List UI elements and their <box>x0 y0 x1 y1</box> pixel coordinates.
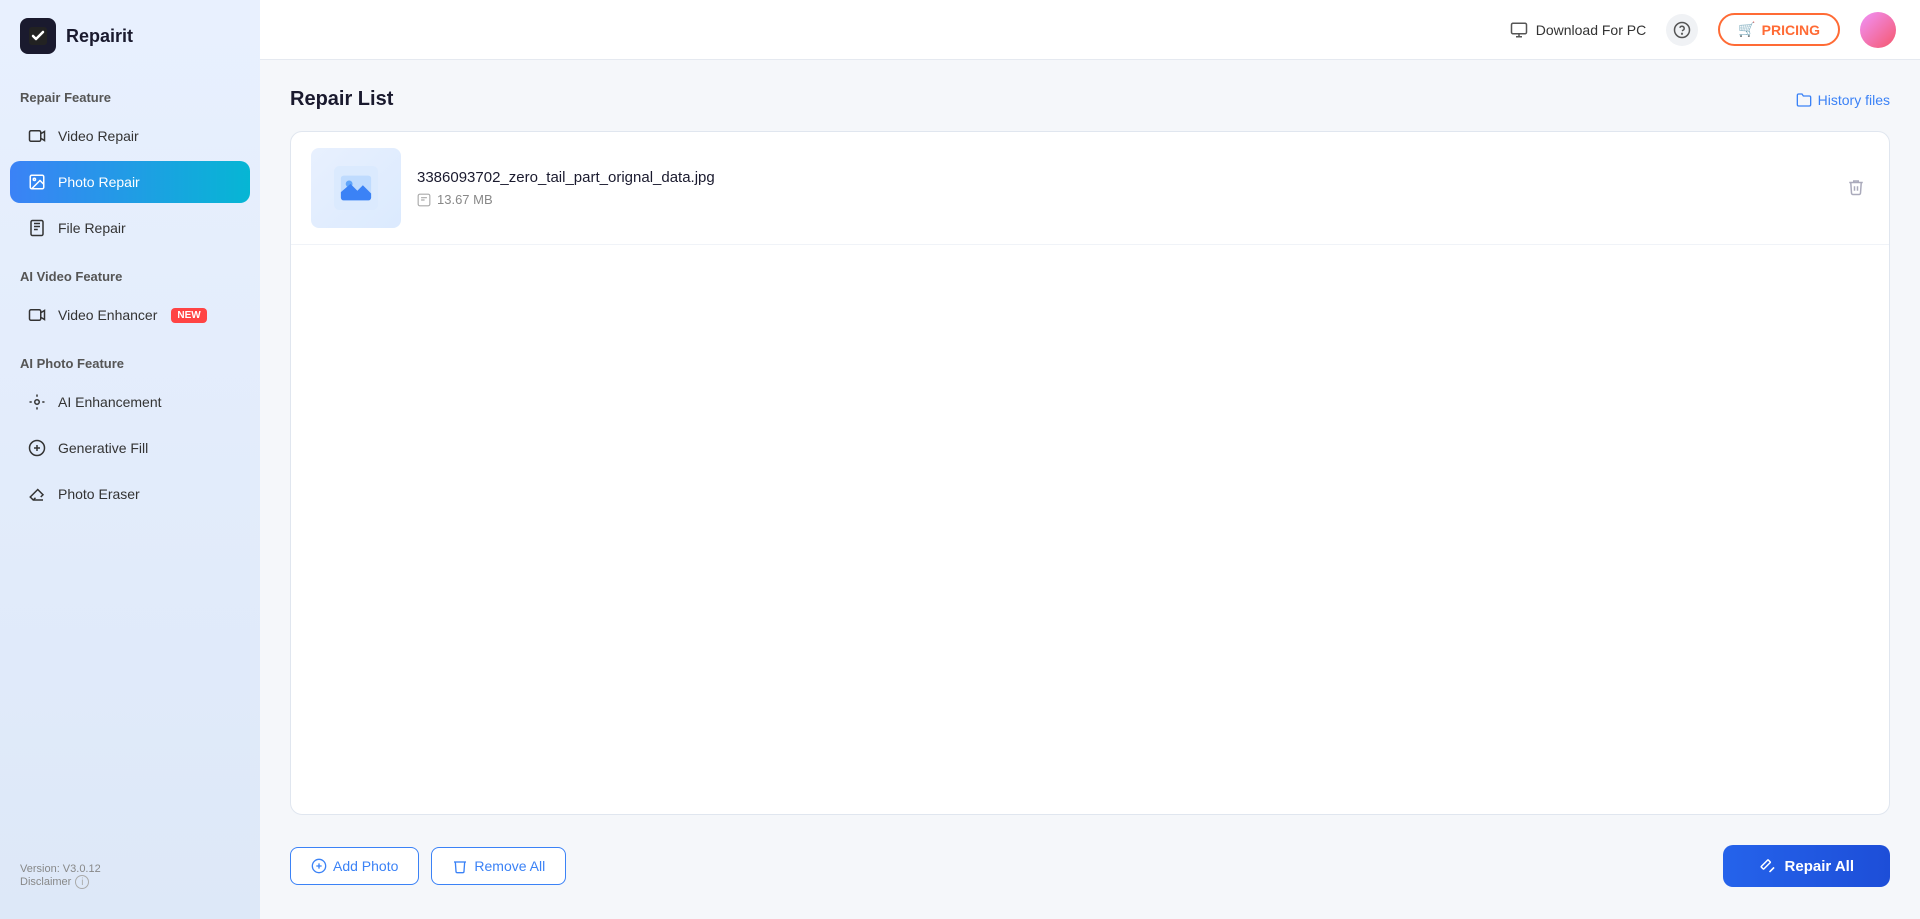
app-name: Repairit <box>66 26 133 47</box>
help-button[interactable] <box>1666 14 1698 46</box>
video-repair-label: Video Repair <box>58 128 139 144</box>
remove-all-button[interactable]: Remove All <box>431 847 566 885</box>
sidebar-item-generative-fill[interactable]: Generative Fill <box>10 427 250 469</box>
sidebar-footer: Version: V3.0.12 Disclaimer i <box>0 853 260 899</box>
add-photo-label: Add Photo <box>333 858 398 874</box>
photo-repair-icon <box>26 171 48 193</box>
sidebar: Repairit Repair Feature Video Repair Pho… <box>0 0 260 919</box>
sidebar-item-photo-repair[interactable]: Photo Repair <box>10 161 250 203</box>
photo-repair-label: Photo Repair <box>58 174 140 190</box>
user-avatar[interactable] <box>1860 12 1896 48</box>
header: Download For PC 🛒 PRICING <box>260 0 1920 60</box>
repair-feature-section: Repair Feature <box>0 72 260 113</box>
download-label: Download For PC <box>1536 22 1647 38</box>
disclaimer-icon: i <box>75 875 89 889</box>
video-enhancer-icon <box>26 304 48 326</box>
cart-icon: 🛒 <box>1738 21 1755 38</box>
sidebar-item-video-repair[interactable]: Video Repair <box>10 115 250 157</box>
plus-circle-icon <box>311 858 327 874</box>
trash-icon <box>1847 178 1865 196</box>
content-area: Repair List History files <box>260 60 1920 919</box>
bottom-bar: Add Photo Remove All Repair All <box>290 835 1890 891</box>
logo-area: Repairit <box>0 0 260 72</box>
remove-all-label: Remove All <box>474 858 545 874</box>
main-area: Download For PC 🛒 PRICING Repair List Hi… <box>260 0 1920 919</box>
sidebar-item-video-enhancer[interactable]: Video Enhancer NEW <box>10 294 250 336</box>
sidebar-item-ai-enhancement[interactable]: AI Enhancement <box>10 381 250 423</box>
file-size: 13.67 MB <box>437 192 493 207</box>
file-info: 3386093702_zero_tail_part_orignal_data.j… <box>417 169 1827 207</box>
photo-eraser-label: Photo Eraser <box>58 486 140 502</box>
monitor-icon <box>1510 21 1528 39</box>
ai-enhancement-label: AI Enhancement <box>58 394 162 410</box>
ai-enhancement-icon <box>26 391 48 413</box>
trash-all-icon <box>452 858 468 874</box>
sidebar-item-photo-eraser[interactable]: Photo Eraser <box>10 473 250 515</box>
video-enhancer-label: Video Enhancer <box>58 307 157 323</box>
repair-all-label: Repair All <box>1785 858 1854 875</box>
help-icon <box>1673 21 1691 39</box>
file-list: 3386093702_zero_tail_part_orignal_data.j… <box>290 131 1890 815</box>
repair-icon <box>1759 857 1777 875</box>
video-repair-icon <box>26 125 48 147</box>
ai-video-feature-section: AI Video Feature <box>0 251 260 292</box>
app-logo <box>20 18 56 54</box>
folder-icon <box>1796 92 1812 108</box>
version-text: Version: V3.0.12 <box>20 863 240 875</box>
disclaimer-label: Disclaimer <box>20 876 71 888</box>
history-link-label: History files <box>1818 92 1890 108</box>
repair-all-button[interactable]: Repair All <box>1723 845 1890 887</box>
image-thumb-icon <box>334 166 378 210</box>
history-files-link[interactable]: History files <box>1796 92 1890 108</box>
file-repair-icon <box>26 217 48 239</box>
download-for-pc[interactable]: Download For PC <box>1510 21 1647 39</box>
photo-eraser-icon <box>26 483 48 505</box>
table-row: 3386093702_zero_tail_part_orignal_data.j… <box>291 132 1889 245</box>
new-badge: NEW <box>171 308 206 323</box>
ai-photo-feature-section: AI Photo Feature <box>0 338 260 379</box>
page-title: Repair List <box>290 88 393 111</box>
bottom-left-actions: Add Photo Remove All <box>290 847 566 885</box>
file-size-icon <box>417 193 431 207</box>
file-size-row: 13.67 MB <box>417 192 1827 207</box>
file-thumbnail <box>311 148 401 228</box>
pricing-label: PRICING <box>1762 22 1820 38</box>
file-name: 3386093702_zero_tail_part_orignal_data.j… <box>417 169 1827 186</box>
sidebar-item-file-repair[interactable]: File Repair <box>10 207 250 249</box>
add-photo-button[interactable]: Add Photo <box>290 847 419 885</box>
generative-fill-icon <box>26 437 48 459</box>
delete-file-button[interactable] <box>1843 174 1869 203</box>
pricing-button[interactable]: 🛒 PRICING <box>1718 13 1840 46</box>
content-header: Repair List History files <box>290 88 1890 111</box>
file-repair-label: File Repair <box>58 220 126 236</box>
generative-fill-label: Generative Fill <box>58 440 148 456</box>
